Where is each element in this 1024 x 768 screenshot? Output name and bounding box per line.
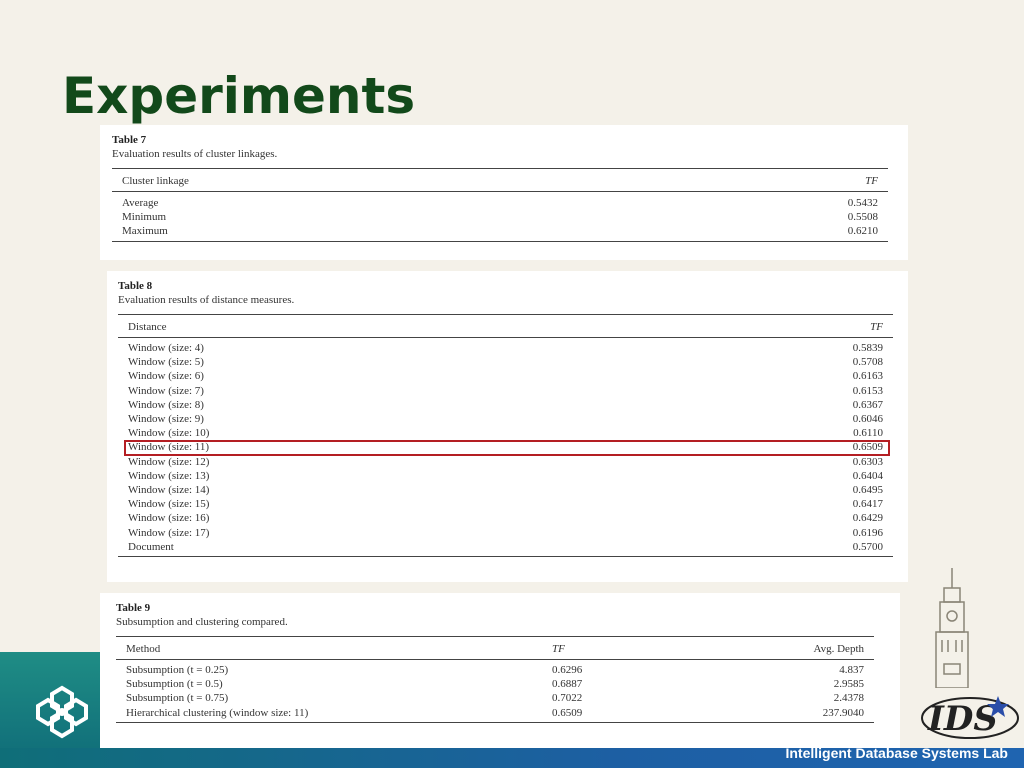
ids-lab-logo-icon: IDS [921,696,1019,739]
cell-value: 0.6495 [852,484,883,497]
table-row: Window (size: 9) 0.6046 [128,412,883,426]
cell-label: Window (size: 4) [128,342,204,354]
cell-label: Maximum [122,225,168,238]
cell-value: 0.5839 [852,342,883,354]
cell-label: Window (size: 14) [128,484,210,497]
cell-label: Window (size: 15) [128,498,210,511]
table-title: Table 8 [118,280,153,292]
cell-value: 0.6429 [852,512,883,525]
cell-avg-depth: 4.837 [839,664,864,676]
cell-value: 0.6404 [852,469,883,482]
cell-avg-depth: 237.9040 [822,706,864,719]
cell-label: Window (size: 12) [128,455,210,468]
table-8-card: Table 8 Evaluation results of distance m… [107,271,908,582]
cell-label: Minimum [122,211,167,224]
cell-label: Window (size: 17) [128,526,210,539]
table-7-card: Table 7 Evaluation results of cluster li… [100,125,908,260]
university-logo-icon [36,685,88,739]
table-title: Table 9 [116,602,151,614]
cell-value: 0.6046 [852,413,883,426]
table-caption: Subsumption and clustering compared. [116,616,288,628]
cell-value: 0.6153 [852,384,883,397]
cell-label: Window (size: 5) [128,356,204,369]
col-header-cluster-linkage: Cluster linkage [122,175,189,187]
table-row: Document 0.5700 [128,540,883,554]
table-caption: Evaluation results of cluster linkages. [112,148,278,160]
table-row: Window (size: 13) 0.6404 [128,469,883,483]
cell-label: Average [122,197,159,209]
cell-tf: 0.7022 [552,692,583,705]
table-row: Subsumption (t = 0.5) 0.6887 2.9585 [126,677,864,691]
cell-label: Window (size: 7) [128,384,204,397]
cell-method: Subsumption (t = 0.5) [126,678,223,691]
table-row: Average 0.5432 [122,196,878,210]
cell-label: Window (size: 9) [128,413,204,426]
cell-label: Window (size: 16) [128,512,210,525]
cell-tf: 0.6887 [552,678,583,691]
table-caption: Evaluation results of distance measures. [118,294,295,306]
table-row: Window (size: 6) 0.6163 [128,369,883,383]
cell-label: Window (size: 6) [128,370,204,383]
table-row: Window (size: 15) 0.6417 [128,497,883,511]
table-row: Minimum 0.5508 [122,210,878,224]
col-header-tf: TF [870,321,883,333]
cell-label: Window (size: 8) [128,398,204,411]
table-row: Hierarchical clustering (window size: 11… [126,706,864,720]
table-row: Subsumption (t = 0.75) 0.7022 2.4378 [126,691,864,705]
cell-value: 0.5508 [847,211,878,224]
cell-method: Hierarchical clustering (window size: 11… [126,706,309,719]
cell-tf: 0.6296 [552,664,583,676]
table-row: Window (size: 5) 0.5708 [128,355,883,369]
cell-value: 0.6417 [852,498,883,511]
cell-tf: 0.6509 [552,706,583,719]
cell-value: 0.6367 [852,398,883,411]
cell-value: 0.6163 [852,370,883,383]
col-header-method: Method [126,643,161,655]
cell-value: 0.5700 [852,540,883,553]
table-header-row: Distance TF [118,315,893,337]
cell-label: Window (size: 10) [128,427,210,440]
cell-value: 0.5432 [847,197,878,209]
cell-avg-depth: 2.4378 [833,692,864,705]
col-header-avg-depth: Avg. Depth [813,643,864,655]
cell-value: 0.6210 [847,225,878,238]
table-row: Window (size: 7) 0.6153 [128,384,883,398]
table-9-card: Table 9 Subsumption and clustering compa… [100,593,900,748]
clock-tower-icon [935,568,969,688]
cell-method: Subsumption (t = 0.25) [126,664,229,676]
table-row: Window (size: 10) 0.6110 [128,426,883,440]
table-row: Subsumption (t = 0.25) 0.6296 4.837 [126,663,864,677]
page-title: Experiments [62,67,416,125]
svg-text:IDS: IDS [927,699,998,739]
table-body: Subsumption (t = 0.25) 0.6296 4.837 Subsum… [116,660,874,722]
table-row: Window (size: 16) 0.6429 [128,511,883,525]
table-row: Window (size: 8) 0.6367 [128,398,883,412]
table-row: Window (size: 12) 0.6303 [128,455,883,469]
highlight-box [124,440,890,456]
cell-value: 0.5708 [852,356,883,369]
table-body: Average 0.5432 Minimum 0.5508 Maximum 0.621… [112,192,888,241]
cell-label: Window (size: 13) [128,469,210,482]
col-header-tf: TF [552,643,565,655]
table-header-row: Cluster linkage TF [112,169,888,191]
cell-avg-depth: 2.9585 [833,678,864,691]
table-row: Window (size: 17) 0.6196 [128,526,883,540]
cell-value: 0.6110 [853,427,883,440]
cell-value: 0.6196 [852,526,883,539]
table-row: Window (size: 4) 0.5839 [128,341,883,355]
cell-value: 0.6303 [852,455,883,468]
table-row: Maximum 0.6210 [122,224,878,238]
col-header-tf: TF [865,175,878,187]
cell-label: Document [128,540,174,553]
col-header-distance: Distance [128,321,167,333]
table-title: Table 7 [112,134,147,146]
table-row: Window (size: 14) 0.6495 [128,483,883,497]
table-header-row: Method TF Avg. Depth [116,637,874,659]
cell-method: Subsumption (t = 0.75) [126,692,229,705]
